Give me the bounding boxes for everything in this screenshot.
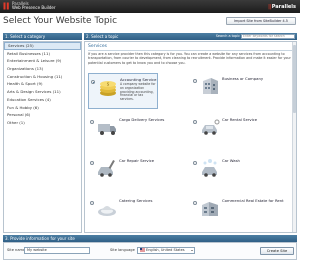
- topic-search-input[interactable]: Enter keywords for search: [241, 33, 295, 40]
- topic-name: Catering Services: [119, 198, 153, 203]
- step3-header: 3. Provide information for your site: [3, 235, 297, 242]
- topic-tile-car-wash[interactable]: Car Wash: [191, 155, 261, 191]
- car-repair-icon: [98, 160, 115, 177]
- section-title: Services: [88, 44, 107, 49]
- topic-tile-cargo[interactable]: Cargo Delivery Services: [88, 114, 164, 150]
- category-item-fun[interactable]: Fun & Hobby (6): [4, 104, 81, 112]
- topic-tile-accounting[interactable]: $ Accounting Service A company website f…: [88, 73, 158, 109]
- category-item-services[interactable]: Services (25): [4, 42, 81, 50]
- category-item-other[interactable]: Other (1): [4, 119, 81, 127]
- site-name-input[interactable]: My website: [24, 247, 90, 254]
- create-site-button[interactable]: Create Site: [260, 246, 294, 255]
- topic-panel: Services If you are a service provider t…: [84, 41, 297, 233]
- coins-icon: $: [100, 81, 116, 96]
- truck-icon: [98, 124, 116, 135]
- category-item-entertainment[interactable]: Entertainment & Leisure (9): [4, 57, 81, 65]
- topic-radio[interactable]: [193, 201, 197, 205]
- topic-name: Cargo Delivery Services: [119, 117, 165, 122]
- category-item-education[interactable]: Education Services (4): [4, 96, 81, 104]
- site-info-bar: Site name My website Site language Engli…: [3, 242, 297, 260]
- topic-name: Commercial Real Estate for Rent: [222, 198, 284, 203]
- page-title: Select Your Website Topic: [3, 16, 118, 26]
- topic-name: Car Rental Service: [222, 117, 258, 122]
- parallels-logo-icon: [3, 2, 9, 10]
- building-icon: [203, 78, 218, 94]
- office-building-icon: [202, 202, 218, 216]
- topic-radio[interactable]: [193, 120, 197, 124]
- category-item-retail[interactable]: Retail Businesses (11): [4, 50, 81, 58]
- category-item-organizations[interactable]: Organizations (13): [4, 65, 81, 73]
- topic-radio[interactable]: [90, 120, 94, 124]
- category-list: Services (25) Retail Businesses (11) Ent…: [3, 41, 82, 233]
- step2-header: 2. Select a topic Search a topic Enter k…: [84, 33, 297, 40]
- topic-name: Car Wash: [222, 158, 240, 163]
- section-description: If you are a service provider then this …: [88, 52, 291, 65]
- topic-radio[interactable]: [91, 80, 95, 84]
- import-site-button[interactable]: Import Site from SiteBuilder 4.5: [226, 17, 296, 25]
- site-language-select[interactable]: English, United States: [137, 247, 195, 254]
- search-label: Search a topic: [215, 34, 240, 38]
- topic-name: Car Repair Service: [119, 158, 155, 163]
- topic-tile-commercial-real-estate[interactable]: Commercial Real Estate for Rent: [191, 195, 284, 231]
- car-wash-icon: [202, 159, 217, 177]
- topic-radio[interactable]: [90, 201, 94, 205]
- topic-tile-business[interactable]: Business or Company: [191, 73, 264, 109]
- car-keys-icon: [202, 119, 220, 135]
- plate-icon: [98, 206, 116, 216]
- section-divider: [88, 50, 292, 51]
- topic-description: A company website for an organization pr…: [120, 82, 156, 102]
- svg-text:$: $: [107, 82, 110, 87]
- site-name-label: Site name: [7, 248, 26, 252]
- category-item-construction[interactable]: Construction & Housing (11): [4, 73, 81, 81]
- step2-title: 2. Select a topic: [86, 34, 119, 39]
- topic-radio[interactable]: [193, 161, 197, 165]
- us-flag-icon: [140, 248, 145, 252]
- app-title-bar: Parallels Web Presence Builder ||Paralle…: [0, 0, 300, 13]
- chevron-down-icon: [191, 250, 193, 251]
- scrollbar-thumb[interactable]: [293, 45, 296, 113]
- category-item-arts[interactable]: Arts & Design Services (11): [4, 88, 81, 96]
- site-language-value: English, United States: [146, 248, 185, 252]
- topic-radio[interactable]: [193, 79, 197, 83]
- topic-scrollbar[interactable]: [292, 42, 296, 232]
- topic-name: Business or Company: [222, 76, 264, 81]
- category-item-personal[interactable]: Personal (6): [4, 111, 81, 119]
- product-name: Web Presence Builder: [12, 5, 56, 10]
- topic-tile-car-rental[interactable]: Car Rental Service: [191, 114, 261, 150]
- step1-header: 1. Select a category: [3, 33, 82, 40]
- vendor-mark: ||Parallels: [268, 3, 296, 10]
- category-item-health[interactable]: Health & Sport (9): [4, 80, 81, 88]
- topic-radio[interactable]: [90, 161, 94, 165]
- site-language-label: Site language: [110, 248, 135, 252]
- topic-tile-catering[interactable]: Catering Services: [88, 195, 158, 231]
- topic-tile-car-repair[interactable]: Car Repair Service: [88, 155, 158, 191]
